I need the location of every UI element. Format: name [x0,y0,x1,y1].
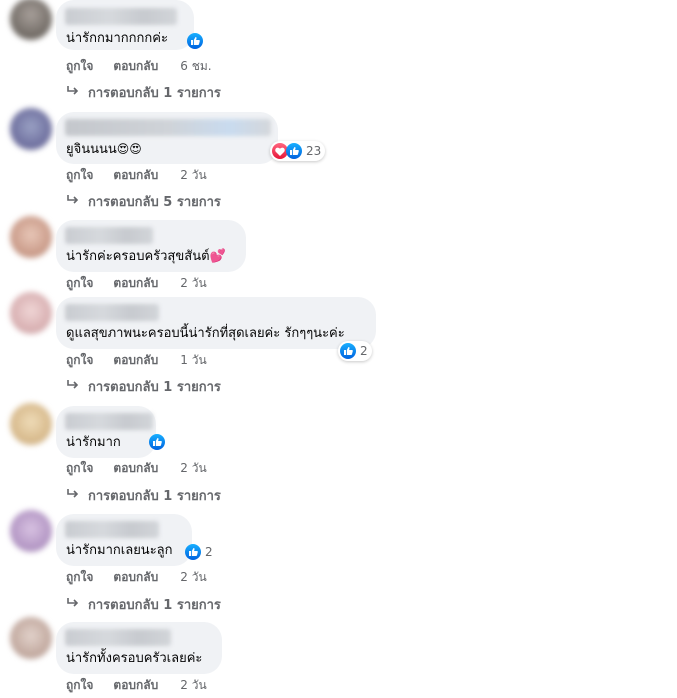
comment-bubble: น่ารักทั้งครอบครัวเลยค่ะ [56,622,222,674]
like-button[interactable]: ถูกใจ [66,274,93,293]
reply-button[interactable]: ตอบกลับ [113,676,158,695]
like-button[interactable]: ถูกใจ [66,57,93,76]
reply-arrow-icon [66,379,82,395]
replies-count: การตอบกลับ 1 รายการ [88,489,221,504]
comment-actions: ถูกใจ ตอบกลับ 2 วัน [66,166,207,185]
comment-time[interactable]: 6 ชม. [180,57,211,76]
comment-bubble: น่ารักมาก [56,406,156,458]
comment-bubble: น่ารักกมากกกกค่ะ [56,0,194,50]
reply-arrow-icon [66,488,82,504]
two-hearts-emoji: 💕 [209,249,226,264]
like-button[interactable]: ถูกใจ [66,568,93,587]
comment-time[interactable]: 2 วัน [180,274,206,293]
avatar[interactable] [10,216,52,258]
comment-bubble: น่ารักค่ะครอบครัวสุขสันต์💕 [56,220,246,272]
commenter-name[interactable] [65,521,159,538]
reply-button[interactable]: ตอบกลับ [113,568,158,587]
commenter-name[interactable] [65,8,177,25]
like-icon [286,143,302,159]
comment-text: ยูจินนนน😍😍 [66,142,142,157]
comment-actions: ถูกใจ ตอบกลับ 2 วัน [66,568,207,587]
reply-arrow-icon [66,597,82,613]
comment-text: น่ารักค่ะครอบครัวสุขสันต์💕 [66,249,226,264]
reply-arrow-icon [66,194,82,210]
reaction-summary[interactable] [187,31,203,51]
view-replies-link[interactable]: การตอบกลับ 5 รายการ [66,191,221,212]
reaction-summary[interactable]: 23 [270,141,326,161]
view-replies-link[interactable]: การตอบกลับ 1 รายการ [66,376,221,397]
comment-actions: ถูกใจ ตอบกลับ 1 วัน [66,351,207,370]
reaction-count: 2 [205,545,213,559]
reply-button[interactable]: ตอบกลับ [113,351,158,370]
avatar[interactable] [10,292,52,334]
comment-time[interactable]: 2 วัน [180,459,206,478]
comment-time[interactable]: 1 วัน [180,351,206,370]
reply-arrow-icon [66,85,82,101]
view-replies-link[interactable]: การตอบกลับ 1 รายการ [66,82,221,103]
view-replies-link[interactable]: การตอบกลับ 1 รายการ [66,485,221,506]
comment-bubble: ยูจินนนน😍😍 [56,112,278,164]
view-replies-link[interactable]: การตอบกลับ 1 รายการ [66,594,221,615]
like-button[interactable]: ถูกใจ [66,166,93,185]
like-button[interactable]: ถูกใจ [66,459,93,478]
like-icon [187,33,203,49]
heart-eyes-emoji: 😍😍 [116,142,142,156]
reply-button[interactable]: ตอบกลับ [113,459,158,478]
avatar[interactable] [10,0,52,40]
comment-bubble: ดูแลสุขภาพนะครอบนี้น่ารักที่สุดเลยค่ะ รั… [56,297,376,349]
commenter-name[interactable] [65,304,159,321]
reaction-summary[interactable] [149,432,165,452]
reaction-count: 23 [306,144,322,158]
comment-time[interactable]: 2 วัน [180,166,206,185]
comment-actions: ถูกใจ ตอบกลับ 2 วัน [66,459,207,478]
commenter-name[interactable] [65,227,153,244]
comment-text: น่ารักมากเลยนะลูก [66,543,173,558]
comment-time[interactable]: 2 วัน [180,568,206,587]
reply-button[interactable]: ตอบกลับ [113,57,158,76]
comment-time[interactable]: 2 วัน [180,676,206,695]
comment-text: น่ารักกมากกกกค่ะ [66,31,168,46]
commenter-name[interactable] [65,119,271,136]
comment-actions: ถูกใจ ตอบกลับ 2 วัน [66,676,207,695]
like-icon [185,544,201,560]
comment-text: น่ารักทั้งครอบครัวเลยค่ะ [66,651,203,666]
reply-button[interactable]: ตอบกลับ [113,274,158,293]
like-button[interactable]: ถูกใจ [66,351,93,370]
reaction-count: 2 [360,344,368,358]
reply-button[interactable]: ตอบกลับ [113,166,158,185]
like-button[interactable]: ถูกใจ [66,676,93,695]
comment-text: น่ารักมาก [66,435,121,450]
replies-count: การตอบกลับ 1 รายการ [88,86,221,101]
comment-text: ดูแลสุขภาพนะครอบนี้น่ารักที่สุดเลยค่ะ รั… [66,326,345,341]
commenter-name[interactable] [65,629,171,646]
comment-actions: ถูกใจ ตอบกลับ 6 ชม. [66,57,212,76]
avatar[interactable] [10,617,52,659]
comment-actions: ถูกใจ ตอบกลับ 2 วัน [66,274,207,293]
commenter-name[interactable] [65,413,153,430]
reaction-summary[interactable]: 2 [338,341,372,361]
replies-count: การตอบกลับ 1 รายการ [88,380,221,395]
like-icon [149,434,165,450]
avatar[interactable] [10,108,52,150]
like-icon [340,343,356,359]
reaction-summary[interactable]: 2 [185,542,213,562]
comment-bubble: น่ารักมากเลยนะลูก [56,514,192,566]
avatar[interactable] [10,403,52,445]
avatar[interactable] [10,510,52,552]
replies-count: การตอบกลับ 1 รายการ [88,598,221,613]
replies-count: การตอบกลับ 5 รายการ [88,195,221,210]
